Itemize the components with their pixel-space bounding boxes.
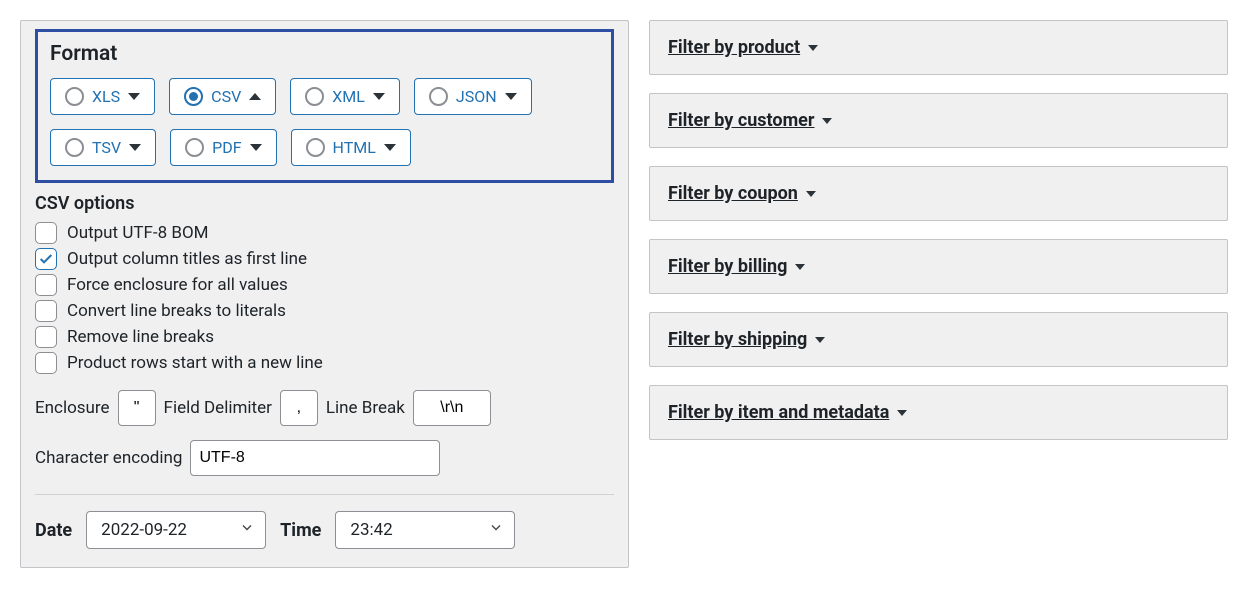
checkbox-icon	[35, 326, 57, 348]
delimiter-input[interactable]	[280, 390, 318, 426]
caret-down-icon	[505, 93, 517, 100]
format-option-pdf[interactable]: PDF	[170, 129, 276, 166]
format-option-xls[interactable]: XLS	[50, 78, 155, 115]
format-label: XLS	[92, 87, 120, 106]
time-value: 23:42	[350, 520, 392, 540]
format-option-xml[interactable]: XML	[290, 78, 400, 115]
format-label: XML	[332, 87, 365, 106]
filter-label: Filter by coupon	[668, 183, 798, 204]
radio-icon	[65, 138, 84, 157]
format-option-json[interactable]: JSON	[414, 78, 532, 115]
chevron-down-icon	[239, 520, 255, 541]
filter-label: Filter by customer	[668, 110, 814, 131]
linebreak-input[interactable]	[413, 390, 491, 426]
linebreak-label: Line Break	[326, 398, 405, 418]
checkbox-icon	[35, 352, 57, 374]
caret-down-icon	[815, 337, 825, 343]
radio-icon	[306, 138, 325, 157]
format-title: Format	[50, 42, 599, 66]
format-option-tsv[interactable]: TSV	[50, 129, 156, 166]
radio-icon	[184, 87, 203, 106]
caret-down-icon	[897, 410, 907, 416]
encoding-input[interactable]	[190, 440, 440, 476]
radio-icon	[65, 87, 84, 106]
filter-label: Filter by billing	[668, 256, 787, 277]
checkbox-convert-breaks[interactable]: Convert line breaks to literals	[35, 298, 614, 324]
caret-down-icon	[822, 118, 832, 124]
checkbox-label: Product rows start with a new line	[67, 353, 323, 373]
checkbox-label: Remove line breaks	[67, 327, 214, 347]
checkbox-force-enclosure[interactable]: Force enclosure for all values	[35, 272, 614, 298]
checkbox-icon	[35, 274, 57, 296]
checkbox-label: Output column titles as first line	[67, 249, 307, 269]
chevron-down-icon	[488, 520, 504, 541]
radio-icon	[185, 138, 204, 157]
format-option-html[interactable]: HTML	[291, 129, 411, 166]
filter-customer[interactable]: Filter by customer	[649, 93, 1228, 148]
format-label: PDF	[212, 138, 241, 157]
checkbox-remove-breaks[interactable]: Remove line breaks	[35, 324, 614, 350]
filter-billing[interactable]: Filter by billing	[649, 239, 1228, 294]
caret-down-icon	[250, 144, 262, 151]
checkbox-product-rows-newline[interactable]: Product rows start with a new line	[35, 350, 614, 376]
date-label: Date	[35, 520, 72, 541]
date-value: 2022-09-22	[101, 520, 187, 540]
checkbox-label: Convert line breaks to literals	[67, 301, 286, 321]
checkbox-icon	[35, 222, 57, 244]
checkbox-icon	[35, 248, 57, 270]
format-option-csv[interactable]: CSV	[169, 78, 276, 115]
checkbox-utf8-bom[interactable]: Output UTF-8 BOM	[35, 220, 614, 246]
divider	[35, 494, 614, 495]
export-settings-panel: Format XLS CSV XML	[20, 20, 629, 568]
checkbox-label: Output UTF-8 BOM	[67, 223, 209, 243]
format-label: TSV	[92, 138, 121, 157]
filter-coupon[interactable]: Filter by coupon	[649, 166, 1228, 221]
checkbox-column-titles[interactable]: Output column titles as first line	[35, 246, 614, 272]
filter-label: Filter by product	[668, 37, 800, 58]
filter-product[interactable]: Filter by product	[649, 20, 1228, 75]
format-label: JSON	[456, 87, 497, 106]
caret-down-icon	[128, 93, 140, 100]
caret-down-icon	[384, 144, 396, 151]
caret-down-icon	[373, 93, 385, 100]
caret-up-icon	[249, 93, 261, 100]
encoding-label: Character encoding	[35, 448, 182, 468]
radio-icon	[429, 87, 448, 106]
filter-label: Filter by item and metadata	[668, 402, 889, 423]
format-section: Format XLS CSV XML	[35, 29, 614, 183]
filter-item-metadata[interactable]: Filter by item and metadata	[649, 385, 1228, 440]
format-label: CSV	[211, 87, 241, 106]
csv-options-title: CSV options	[35, 193, 614, 214]
format-label: HTML	[333, 138, 376, 157]
filters-panel: Filter by product Filter by customer Fil…	[649, 20, 1228, 568]
filter-shipping[interactable]: Filter by shipping	[649, 312, 1228, 367]
time-select[interactable]: 23:42	[335, 511, 515, 549]
radio-icon	[305, 87, 324, 106]
enclosure-input[interactable]	[118, 390, 156, 426]
caret-down-icon	[129, 144, 141, 151]
checkbox-label: Force enclosure for all values	[67, 275, 288, 295]
time-label: Time	[280, 520, 321, 541]
date-select[interactable]: 2022-09-22	[86, 511, 266, 549]
checkbox-icon	[35, 300, 57, 322]
enclosure-label: Enclosure	[35, 398, 110, 418]
filter-label: Filter by shipping	[668, 329, 807, 350]
caret-down-icon	[795, 264, 805, 270]
caret-down-icon	[806, 191, 816, 197]
delimiter-label: Field Delimiter	[164, 398, 272, 418]
caret-down-icon	[808, 45, 818, 51]
